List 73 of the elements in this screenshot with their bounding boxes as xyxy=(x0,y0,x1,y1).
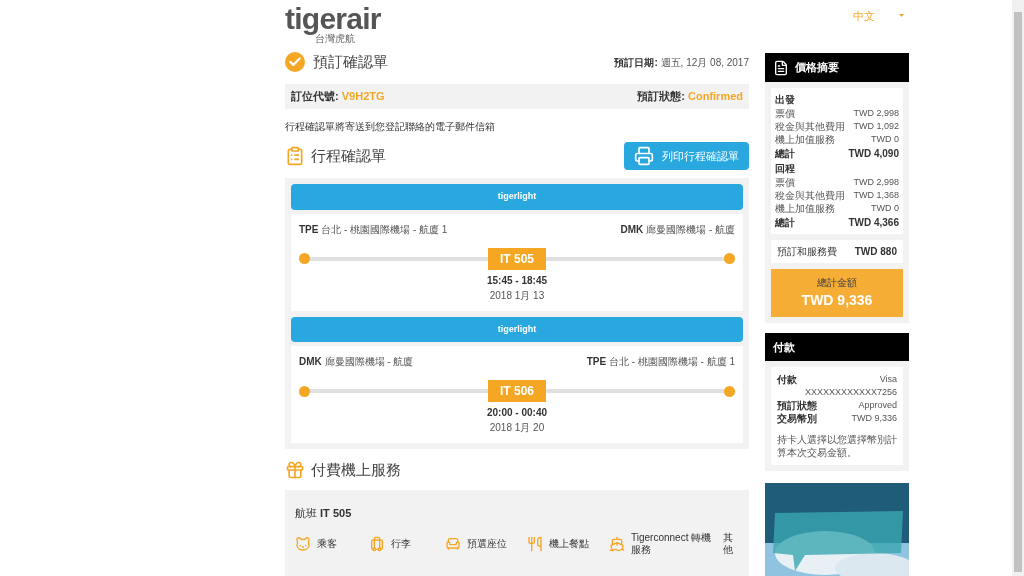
price-label: 機上加值服務 xyxy=(775,133,835,146)
booking-code: 訂位代號: V9H2TG xyxy=(291,89,385,105)
price-label: 機上加值服務 xyxy=(775,202,835,215)
destination-airport: DMK 廊曼國際機場 - 航廈 xyxy=(620,222,735,237)
fee-label: 預訂和服務費 xyxy=(777,245,837,259)
fork-knife-icon xyxy=(527,535,543,552)
print-button[interactable]: 列印行程確認單 xyxy=(624,142,749,170)
cat-icon xyxy=(295,535,311,552)
service-category: Tigerconnect 轉機服務 xyxy=(631,531,713,556)
clipboard-icon xyxy=(285,146,305,166)
origin-airport: DMK 廊曼國際機場 - 航廈 xyxy=(299,355,414,369)
total-value: TWD 4,366 xyxy=(848,216,899,230)
service-category: 乘客 xyxy=(317,537,337,550)
payment-value: TWD 9,336 xyxy=(851,412,897,425)
check-icon xyxy=(285,52,305,72)
email-note: 行程確認單將寄送到您登記聯絡的電子郵件信箱 xyxy=(285,120,496,134)
total-label: 總計 xyxy=(775,216,795,230)
flight-times: 15:45 - 18:45 xyxy=(485,273,548,288)
flight-date: 2018 1月 13 xyxy=(488,288,546,303)
price-value: TWD 0 xyxy=(871,133,899,146)
flight-times: 20:00 - 00:40 xyxy=(485,406,548,420)
logo-subtitle: 台灣虎航 xyxy=(315,34,355,44)
flight-number: IT 506 xyxy=(488,380,546,402)
payment-label: 付款 xyxy=(777,373,797,386)
price-value: TWD 2,998 xyxy=(853,107,899,120)
payment-value: XXXXXXXXXXXX7256 xyxy=(804,386,897,399)
price-heading: 出發 xyxy=(775,93,796,107)
services-flight: 航班 IT 505 xyxy=(294,506,353,519)
logo[interactable]: tigerair xyxy=(285,4,749,34)
price-label: 票價 xyxy=(775,107,795,120)
service-category: 行李 xyxy=(391,537,411,550)
payment-label: 交易幣別 xyxy=(777,412,817,425)
caret-icon xyxy=(899,14,904,17)
total-value: TWD 4,090 xyxy=(848,147,899,161)
boat-icon xyxy=(609,535,625,552)
fare-bar: tigerlight xyxy=(291,316,743,342)
origin-airport: TPE 台北 - 桃園國際機場 - 航廈 1 xyxy=(299,222,448,237)
panel-title: 價格摘要 xyxy=(795,60,839,76)
payment-label: 預訂狀態 xyxy=(777,399,817,412)
price-value: TWD 1,368 xyxy=(853,189,899,202)
total-label: 總計 xyxy=(775,147,795,161)
seat-icon xyxy=(445,535,461,552)
flight-date: 2018 1月 20 xyxy=(488,421,546,435)
gift-icon xyxy=(285,460,305,481)
service-category: 其他 xyxy=(723,531,734,556)
booking-status: 預訂狀態: Confirmed xyxy=(637,89,743,105)
luggage-icon xyxy=(369,535,385,552)
fee-value: TWD 880 xyxy=(854,245,897,259)
printer-icon xyxy=(634,146,654,166)
section-title: 付費機上服務 xyxy=(311,460,401,481)
payment-note: 持卡人選擇以您選擇幣別計算本次交易金額。 xyxy=(777,433,897,459)
grand-total-value: TWD 9,336 xyxy=(801,291,873,310)
flight-number: IT 505 xyxy=(488,247,546,270)
panel-title: 付款 xyxy=(773,339,795,355)
price-heading: 回程 xyxy=(775,162,796,176)
price-label: 稅金與其他費用 xyxy=(775,189,845,202)
grand-total-label: 總計金額 xyxy=(817,276,857,290)
price-value: TWD 2,998 xyxy=(853,176,899,189)
fare-bar: tigerlight xyxy=(291,184,743,210)
language-selector[interactable]: 中文 xyxy=(853,8,875,25)
service-category: 預選座位 xyxy=(467,537,507,550)
page-title: 預訂確認單 xyxy=(313,51,388,73)
price-label: 票價 xyxy=(775,176,795,189)
price-label: 稅金與其他費用 xyxy=(775,120,845,133)
document-icon xyxy=(773,59,789,76)
payment-value: Visa xyxy=(879,373,897,386)
destination-airport: TPE 台北 - 桃園國際機場 - 航廈 1 xyxy=(586,355,735,369)
price-value: TWD 1,092 xyxy=(853,120,899,133)
section-title: 行程確認單 xyxy=(311,145,386,167)
price-value: TWD 0 xyxy=(871,202,899,215)
payment-value: Approved xyxy=(858,399,897,412)
booking-date: 預訂日期: 週五, 12月 08, 2017 xyxy=(614,55,749,70)
service-category: 機上餐點 xyxy=(549,537,589,550)
